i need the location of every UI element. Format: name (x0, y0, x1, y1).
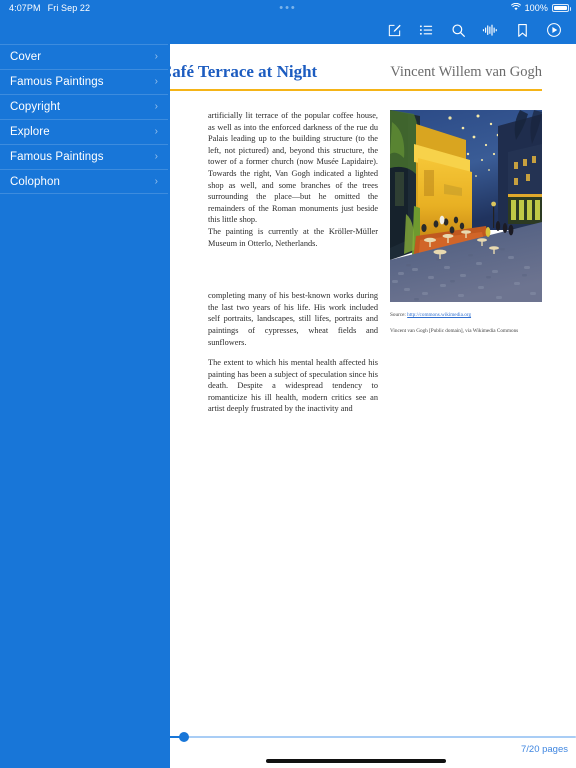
home-indicator[interactable] (266, 759, 446, 763)
figure-source-caption: Source: http://commons.wikimedia.org (390, 311, 542, 319)
toolbar-button-group (378, 16, 570, 44)
figure-credit-caption: Vincent van Gogh [Public domain], via Wi… (390, 328, 519, 334)
navigation-sidebar: ‹ Library Cover › Famous Paintings › Cop… (0, 16, 168, 768)
occluded-fragment-block-4: h (168, 285, 196, 297)
page-count-label: 7/20 pages (520, 744, 568, 755)
appearance-button[interactable] (538, 16, 570, 44)
occluded-fragment-block-1: Cafe oil van 25 ( (168, 110, 196, 156)
sidebar-item-list: Cover › Famous Paintings › Copyright › E… (0, 44, 168, 194)
status-bar: 4:07PM Fri Sep 22 ••• 100% (0, 0, 576, 16)
sidebar-item-label: Explore (10, 125, 50, 138)
bottom-bar: 7/20 pages (168, 724, 576, 768)
chevron-right-icon: › (154, 125, 158, 137)
sidebar-item-copyright[interactable]: Copyright › (0, 94, 168, 119)
chevron-right-icon: › (154, 75, 158, 87)
sidebar-item-label: Famous Paintings (10, 150, 104, 163)
scrubber-track[interactable] (168, 736, 576, 738)
sidebar-item-famous-paintings[interactable]: Famous Paintings › (0, 69, 168, 94)
page-author: Vincent Willem van Gogh (390, 64, 542, 80)
body-paragraph-2: The painting is currently at the Kröller… (208, 226, 378, 248)
status-bar-right: 100% (510, 2, 571, 13)
sidebar-item-label: Copyright (10, 100, 61, 113)
body-paragraph-1: artificially lit terrace of the popular … (208, 111, 378, 225)
sidebar-item-cover[interactable]: Cover › (0, 44, 168, 69)
chevron-right-icon: › (154, 175, 158, 187)
annotate-button[interactable] (378, 16, 410, 44)
column-right-figure: Source: http://commons.wikimedia.org Vin… (390, 110, 542, 335)
occluded-fragment-block-2: but etters (168, 165, 196, 188)
column-gap (168, 230, 196, 276)
occluded-fragment-block-6: ous shot l. His eople (168, 349, 196, 395)
search-button[interactable] (442, 16, 474, 44)
body-paragraph-3: completing many of his best-known works … (208, 291, 378, 347)
column-middle: artificially lit terrace of the popular … (208, 110, 378, 424)
painting-image[interactable] (390, 110, 542, 302)
audio-button[interactable] (474, 16, 506, 44)
source-label: Source: (390, 312, 406, 318)
header-rule (168, 89, 542, 91)
sidebar-item-label: Colophon (10, 175, 61, 188)
sidebar-item-label: Famous Paintings (10, 75, 104, 88)
page-scrubber[interactable] (168, 732, 576, 742)
page-title: Café Terrace at Night (168, 62, 318, 81)
chevron-right-icon: › (154, 100, 158, 112)
battery-percent: 100% (524, 3, 548, 13)
page-header: Café Terrace at Night Vincent Willem van… (168, 44, 576, 104)
chevron-right-icon: › (154, 50, 158, 62)
column-gap (208, 258, 378, 290)
body-paragraph-4: The extent to which his mental health af… (208, 358, 378, 414)
scrubber-thumb[interactable] (179, 732, 189, 742)
figure: Source: http://commons.wikimedia.org Vin… (390, 110, 542, 335)
battery-icon (552, 4, 571, 12)
multitasking-handle[interactable]: ••• (0, 0, 576, 16)
occluded-fragment-block-3: astern t set (168, 198, 196, 221)
sidebar-edge-divider (168, 16, 170, 768)
occluded-fragment-block-5: r its lor, art. (168, 305, 196, 340)
document-page[interactable]: Café Terrace at Night Vincent Willem van… (168, 44, 576, 724)
source-link[interactable]: http://commons.wikimedia.org (407, 312, 471, 318)
sidebar-item-colophon[interactable]: Colophon › (0, 169, 168, 194)
chevron-right-icon: › (154, 150, 158, 162)
sidebar-item-explore[interactable]: Explore › (0, 119, 168, 144)
top-toolbar (0, 16, 576, 44)
wifi-icon (510, 2, 521, 13)
sidebar-item-label: Cover (10, 50, 42, 63)
column-left-occluded: Cafe oil van 25 ( but etters astern t se… (168, 110, 196, 405)
contents-button[interactable] (410, 16, 442, 44)
sidebar-item-famous-paintings-2[interactable]: Famous Paintings › (0, 144, 168, 169)
bookmark-button[interactable] (506, 16, 538, 44)
